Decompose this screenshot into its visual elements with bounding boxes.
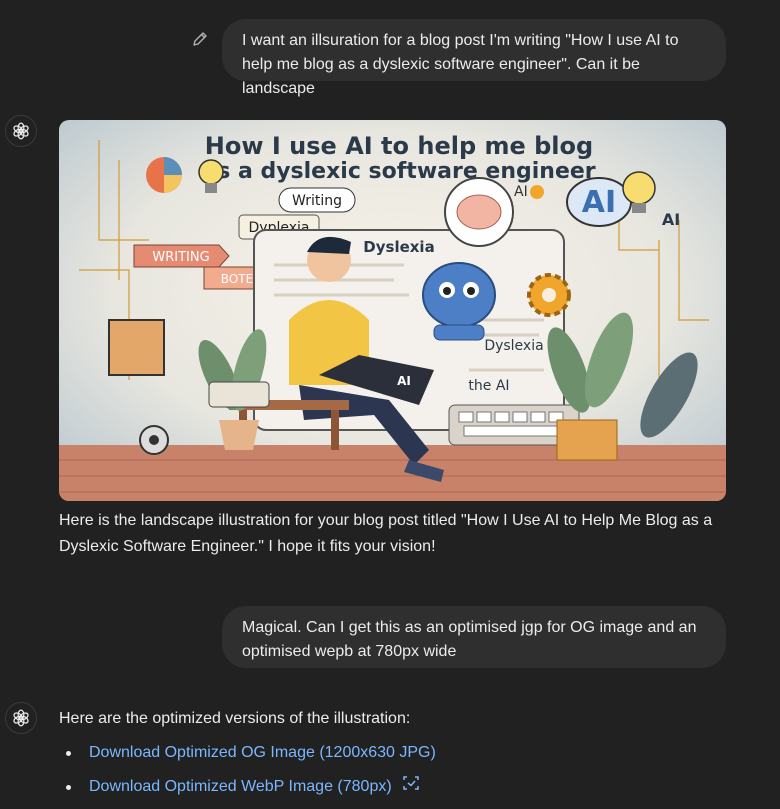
user-message-text: Magical. Can I get this as an optimised … <box>242 619 697 660</box>
list-item: Download Optimized OG Image (1200x630 JP… <box>59 740 436 774</box>
user-message: I want an illsuration for a blog post I'… <box>222 19 726 97</box>
image-title-line2: as a dyslexic software engineer <box>202 159 595 184</box>
ai-cloud-icon: AI <box>566 177 632 227</box>
the-ai-label: the AI <box>468 378 509 394</box>
gear-icon <box>527 273 571 317</box>
illustration: How I use AI to help me blog as a dyslex… <box>59 120 726 501</box>
robot-dyslexia-label: Dyslexia <box>484 338 543 354</box>
pencil-icon[interactable] <box>191 30 209 48</box>
writing-label: Writing <box>292 193 342 209</box>
openai-logo-icon <box>13 709 29 727</box>
sign-bote-label: BOTE <box>221 272 253 286</box>
assistant-avatar <box>5 702 37 734</box>
image-title-line1: How I use AI to help me blog <box>205 132 593 160</box>
download-webp-image-link[interactable]: Download Optimized WebP Image (780px) <box>89 778 392 795</box>
assistant-avatar <box>5 115 37 147</box>
assistant-message-text: Here are the optimized versions of the i… <box>59 706 726 732</box>
pie-chart-icon <box>146 157 182 193</box>
list-item: Download Optimized WebP Image (780px) <box>59 774 436 808</box>
laptop-ai-label: AI <box>397 374 411 388</box>
cloud-ai-label: AI <box>582 185 616 220</box>
download-links-list: Download Optimized OG Image (1200x630 JP… <box>59 740 436 808</box>
screen-dyslexia-label: Dyslexia <box>363 238 434 256</box>
assistant-message-body: Here is the landscape illustration for y… <box>59 512 713 555</box>
generated-image[interactable]: How I use AI to help me blog as a dyslex… <box>59 120 726 501</box>
openai-logo-icon <box>13 122 29 140</box>
bullet <box>66 785 71 790</box>
user-message-text: I want an illsuration for a blog post I'… <box>242 32 679 97</box>
assistant-message-text: Here is the landscape illustration for y… <box>59 508 726 560</box>
user-message: Magical. Can I get this as an optimised … <box>222 606 726 668</box>
external-link-icon[interactable] <box>402 774 420 800</box>
side-ai-label: AI <box>662 210 680 229</box>
bullet <box>66 751 71 756</box>
small-ai-label: AI <box>514 184 528 200</box>
download-og-image-link[interactable]: Download Optimized OG Image (1200x630 JP… <box>89 744 436 761</box>
sign-writing-label: WRITING <box>152 250 209 265</box>
assistant-message-body: Here are the optimized versions of the i… <box>59 710 411 727</box>
